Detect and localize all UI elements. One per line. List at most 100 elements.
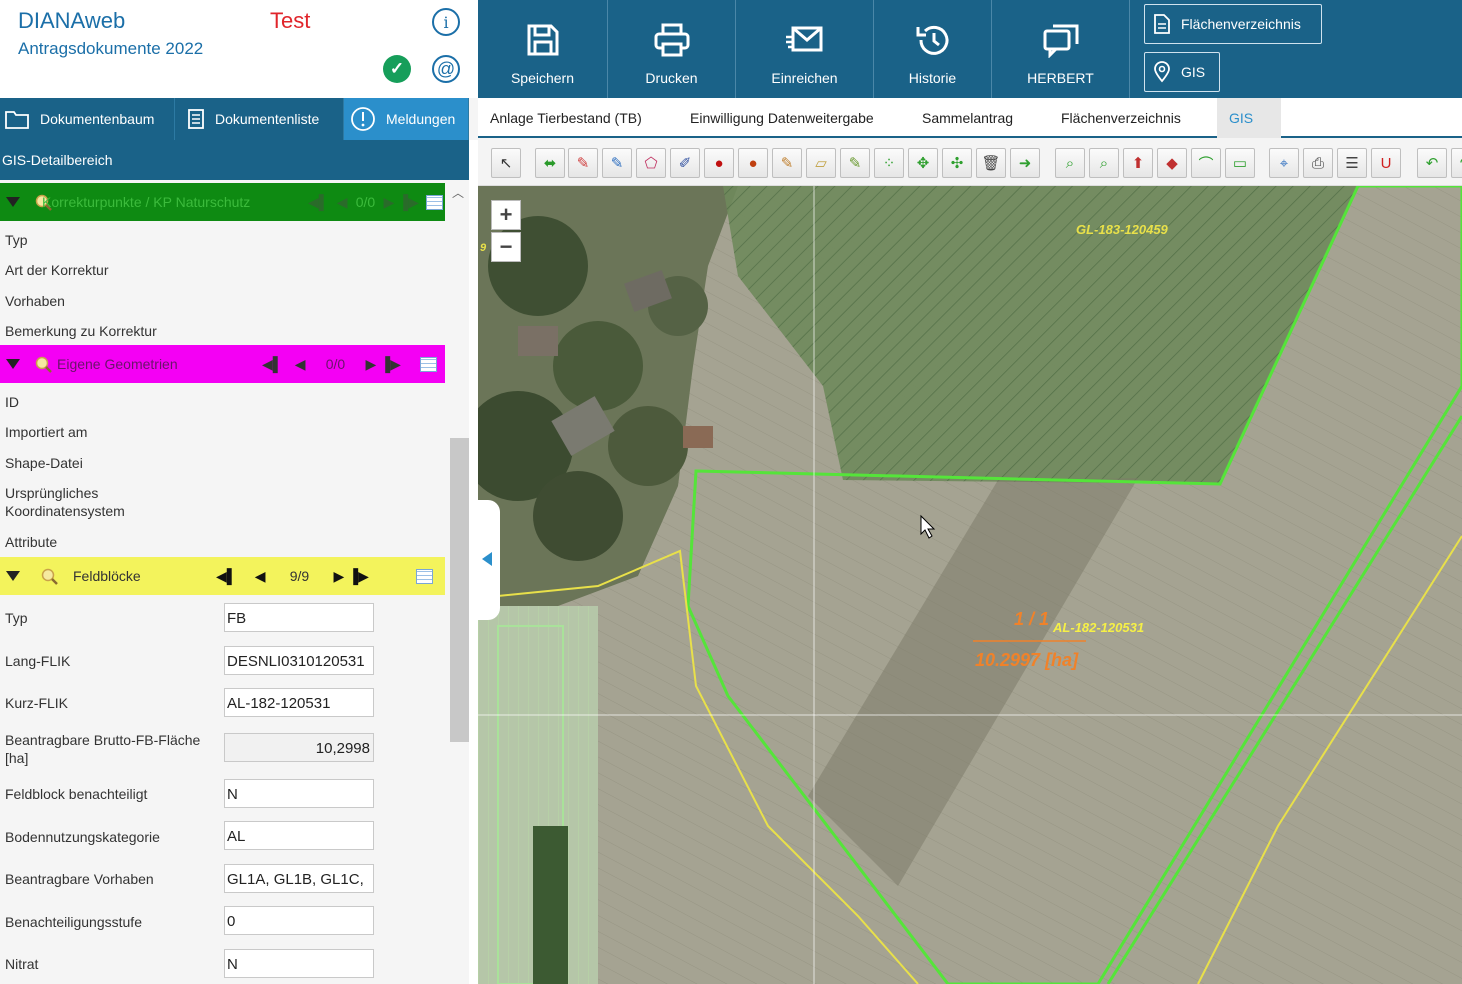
- einreichen-button[interactable]: Einreichen: [736, 0, 874, 98]
- edit-attributes-icon[interactable]: ✎: [772, 148, 802, 178]
- tab-gis[interactable]: GIS: [1217, 98, 1281, 138]
- section-title: Korrekturpunkte / KP Naturschutz: [42, 194, 251, 210]
- nitrat-field[interactable]: N: [224, 949, 374, 978]
- next-page-icon[interactable]: ▶: [383, 194, 394, 211]
- bodennutzung-field[interactable]: AL: [224, 821, 374, 850]
- next-page-icon[interactable]: ▶: [365, 356, 376, 373]
- redo-icon[interactable]: ↷: [1451, 148, 1462, 178]
- zoom-select-icon[interactable]: ⌕: [1055, 148, 1085, 178]
- button-label: Historie: [908, 70, 957, 86]
- collapse-triangle-icon[interactable]: [6, 571, 20, 581]
- tab-einwilligung[interactable]: Einwilligung Datenweitergabe: [678, 98, 886, 138]
- benachteiligt-field[interactable]: N: [224, 779, 374, 808]
- section-feldbloecke-header[interactable]: Feldblöcke ◀▌ ◀ 9/9 ▶ ▐▶: [0, 557, 445, 595]
- move-icon[interactable]: ✥: [908, 148, 938, 178]
- speichern-button[interactable]: Speichern: [478, 0, 608, 98]
- field-label: Beantragbare Vorhaben: [5, 871, 154, 887]
- import-arrow-icon[interactable]: ➜: [1010, 148, 1040, 178]
- scrollbar-thumb[interactable]: [450, 438, 469, 742]
- undo-icon[interactable]: ↶: [1417, 148, 1447, 178]
- snap-icon[interactable]: ✣: [942, 148, 972, 178]
- merge-icon[interactable]: ⁘: [874, 148, 904, 178]
- folder-icon: [4, 108, 30, 130]
- layers-icon[interactable]: ◆: [1157, 148, 1187, 178]
- collapse-triangle-icon[interactable]: [6, 197, 20, 207]
- field-label: Typ: [5, 232, 28, 248]
- info-icon[interactable]: i: [432, 8, 460, 36]
- split-icon[interactable]: ✐: [670, 148, 700, 178]
- checkmark-icon[interactable]: ✓: [383, 55, 411, 83]
- print-icon: [653, 20, 691, 60]
- at-sign-icon[interactable]: @: [432, 55, 460, 83]
- table-view-icon[interactable]: [420, 357, 437, 372]
- prev-page-icon[interactable]: ◀: [295, 356, 306, 373]
- zoom-in-button[interactable]: +: [491, 200, 521, 230]
- draw-polygon-icon[interactable]: ⬠: [636, 148, 666, 178]
- collapse-triangle-icon[interactable]: [6, 359, 20, 369]
- tab-sammelantrag[interactable]: Sammelantrag: [910, 98, 1025, 138]
- edit-pencil-icon[interactable]: ✎: [568, 148, 598, 178]
- tab-meldungen[interactable]: Meldungen: [344, 98, 469, 140]
- first-page-icon[interactable]: ◀▌: [216, 568, 237, 585]
- drucken-button[interactable]: Drucken: [608, 0, 736, 98]
- measure-icon[interactable]: ✎: [840, 148, 870, 178]
- lang-flik-field[interactable]: DESNLI0310120531: [224, 646, 374, 675]
- bug-red-icon[interactable]: ●: [704, 148, 734, 178]
- bug-orange-icon[interactable]: ●: [738, 148, 768, 178]
- save-icon: [525, 20, 561, 60]
- herbert-button[interactable]: HERBERT: [992, 0, 1130, 98]
- last-page-icon[interactable]: ▐▶: [398, 194, 419, 211]
- typ-field[interactable]: FB: [224, 603, 374, 632]
- history-icon: [914, 20, 952, 60]
- edit-vertex-icon[interactable]: ✎: [602, 148, 632, 178]
- gis-map[interactable]: GL-183-120459 1 / 1 AL-182-120531 10.299…: [478, 186, 1462, 984]
- tab-flaechenverzeichnis[interactable]: Flächenverzeichnis: [1049, 98, 1193, 138]
- zoom-layer-icon[interactable]: ⌕: [1089, 148, 1119, 178]
- page-counter: 9/9: [289, 568, 310, 584]
- last-page-icon[interactable]: ▐▶: [348, 568, 369, 585]
- first-page-icon[interactable]: ◀▌: [262, 356, 283, 373]
- table-view-icon[interactable]: [416, 569, 433, 584]
- flaechenverzeichnis-button[interactable]: Flächenverzeichnis: [1144, 4, 1322, 44]
- delete-trash-icon[interactable]: 🗑: [976, 148, 1006, 178]
- area-label: 10.2997 [ha]: [975, 650, 1079, 670]
- button-label: HERBERT: [1027, 70, 1094, 86]
- document-tabs: Anlage Tierbestand (TB) Einwilligung Dat…: [478, 98, 1462, 138]
- gis-button[interactable]: GIS: [1144, 52, 1220, 92]
- measure-distance-icon[interactable]: ⌒: [1191, 148, 1221, 178]
- zoom-out-button[interactable]: −: [491, 232, 521, 262]
- button-label: Flächenverzeichnis: [1181, 16, 1301, 32]
- magnifier-icon[interactable]: [40, 567, 58, 585]
- field-label: Bemerkung zu Korrektur: [5, 323, 157, 339]
- section-eigene-geometrien-header[interactable]: Eigene Geometrien ◀▌ ◀ 0/0 ▶ ▐▶: [0, 345, 445, 383]
- print-map-icon[interactable]: ⎙: [1303, 148, 1333, 178]
- collapse-panel-button[interactable]: [478, 500, 500, 620]
- scroll-up-icon[interactable]: ︿: [452, 184, 464, 201]
- layer-up-icon[interactable]: ⬆: [1123, 148, 1153, 178]
- section-korrekturpunkte-header[interactable]: Korrekturpunkte / KP Naturschutz ◀▌ ◀ 0/…: [0, 183, 445, 221]
- kurz-flik-field[interactable]: AL-182-120531: [224, 688, 374, 717]
- select-pointer-icon[interactable]: ↖: [491, 148, 521, 178]
- magnifier-icon[interactable]: [34, 355, 52, 373]
- vorhaben-field[interactable]: GL1A, GL1B, GL1C,: [224, 864, 374, 893]
- next-page-icon[interactable]: ▶: [333, 568, 344, 585]
- benachteiligungsstufe-field[interactable]: 0: [224, 906, 374, 935]
- table-view-icon[interactable]: [426, 195, 443, 210]
- first-page-icon[interactable]: ◀▌: [308, 194, 329, 211]
- magnet-icon[interactable]: U: [1371, 148, 1401, 178]
- measure-area-icon[interactable]: ▭: [1225, 148, 1255, 178]
- tab-dokumentenliste[interactable]: Dokumentenliste: [175, 98, 344, 140]
- prev-page-icon[interactable]: ◀: [337, 194, 348, 211]
- legend-icon[interactable]: ☰: [1337, 148, 1367, 178]
- add-point-icon[interactable]: ⌖: [1269, 148, 1299, 178]
- prev-page-icon[interactable]: ◀: [255, 568, 266, 585]
- last-page-icon[interactable]: ▐▶: [380, 356, 401, 373]
- panel-divider: [469, 140, 478, 984]
- add-polygon-icon[interactable]: ⬌: [535, 148, 565, 178]
- tab-dokumentenbaum[interactable]: Dokumentenbaum: [0, 98, 175, 140]
- eraser-icon[interactable]: ▱: [806, 148, 836, 178]
- left-panel: DIANAweb Antragsdokumente 2022 Test i ✓ …: [0, 0, 478, 984]
- brutto-flaeche-field[interactable]: 10,2998: [224, 733, 374, 762]
- historie-button[interactable]: Historie: [874, 0, 992, 98]
- tab-anlage-tierbestand[interactable]: Anlage Tierbestand (TB): [478, 98, 654, 138]
